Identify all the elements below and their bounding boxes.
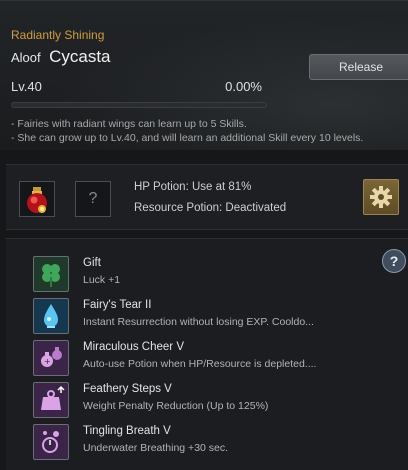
skill-item[interactable]: Tingling Breath V Underwater Breathing +… xyxy=(33,424,393,464)
pet-trait: Aloof xyxy=(11,50,41,65)
desc-line-1: - Fairies with radiant wings can learn u… xyxy=(11,118,247,130)
pet-name: Cycasta xyxy=(49,47,111,66)
potion-panel: ? HP Potion: Use at 81% Resource Potion:… xyxy=(6,164,408,230)
potion-cheer-icon: + xyxy=(33,340,69,376)
skill-name: Feathery Steps V xyxy=(83,383,172,395)
pet-name-row: Aloof Cycasta xyxy=(11,47,111,67)
skill-desc: Auto-use Potion when HP/Resource is depl… xyxy=(83,358,317,370)
skill-item[interactable]: Fairy's Tear II Instant Resurrection wit… xyxy=(33,298,393,338)
skill-item[interactable]: Feathery Steps V Weight Penalty Reductio… xyxy=(33,382,393,422)
skill-name: Tingling Breath V xyxy=(83,425,171,437)
tear-icon xyxy=(33,298,69,334)
skill-desc: Luck +1 xyxy=(83,274,121,286)
pet-description: - Fairies with radiant wings can learn u… xyxy=(11,118,408,145)
gear-icon xyxy=(370,186,392,208)
potion-slot[interactable] xyxy=(19,181,55,217)
pet-info-panel: Radiantly Shining Aloof Cycasta Release … xyxy=(0,0,408,150)
svg-text:+: + xyxy=(44,357,51,366)
skill-desc: Weight Penalty Reduction (Up to 125%) xyxy=(83,400,269,412)
hp-potion-setting: HP Potion: Use at 81% xyxy=(134,181,252,193)
skill-panel: ? Gift Luck +1 Fairy's Tear II Instant R… xyxy=(6,238,408,470)
breath-icon xyxy=(33,424,69,460)
resource-potion-setting: Resource Potion: Deactivated xyxy=(134,202,287,214)
skill-item[interactable]: + Miraculous Cheer V Auto-use Potion whe… xyxy=(33,340,393,380)
release-button[interactable]: Release xyxy=(309,54,408,80)
skill-desc: Underwater Breathing +30 sec. xyxy=(83,442,229,454)
red-potion-icon xyxy=(27,187,47,213)
potion-settings-button[interactable] xyxy=(363,179,399,215)
skill-name: Gift xyxy=(83,257,101,269)
skill-desc: Instant Resurrection without losing EXP.… xyxy=(83,316,314,328)
pet-grade: Radiantly Shining xyxy=(11,28,105,42)
skill-item[interactable]: Gift Luck +1 xyxy=(33,256,393,296)
empty-potion-slot[interactable]: ? xyxy=(75,181,111,217)
skill-name: Fairy's Tear II xyxy=(83,299,152,311)
skill-name: Miraculous Cheer V xyxy=(83,341,184,353)
desc-line-2: - She can grow up to Lv.40, and will lea… xyxy=(11,131,364,144)
pet-level: Lv.40 xyxy=(11,79,42,94)
exp-percent: 0.00% xyxy=(225,79,262,94)
weight-icon xyxy=(33,382,69,418)
clover-icon xyxy=(33,256,69,292)
exp-bar xyxy=(11,102,267,108)
